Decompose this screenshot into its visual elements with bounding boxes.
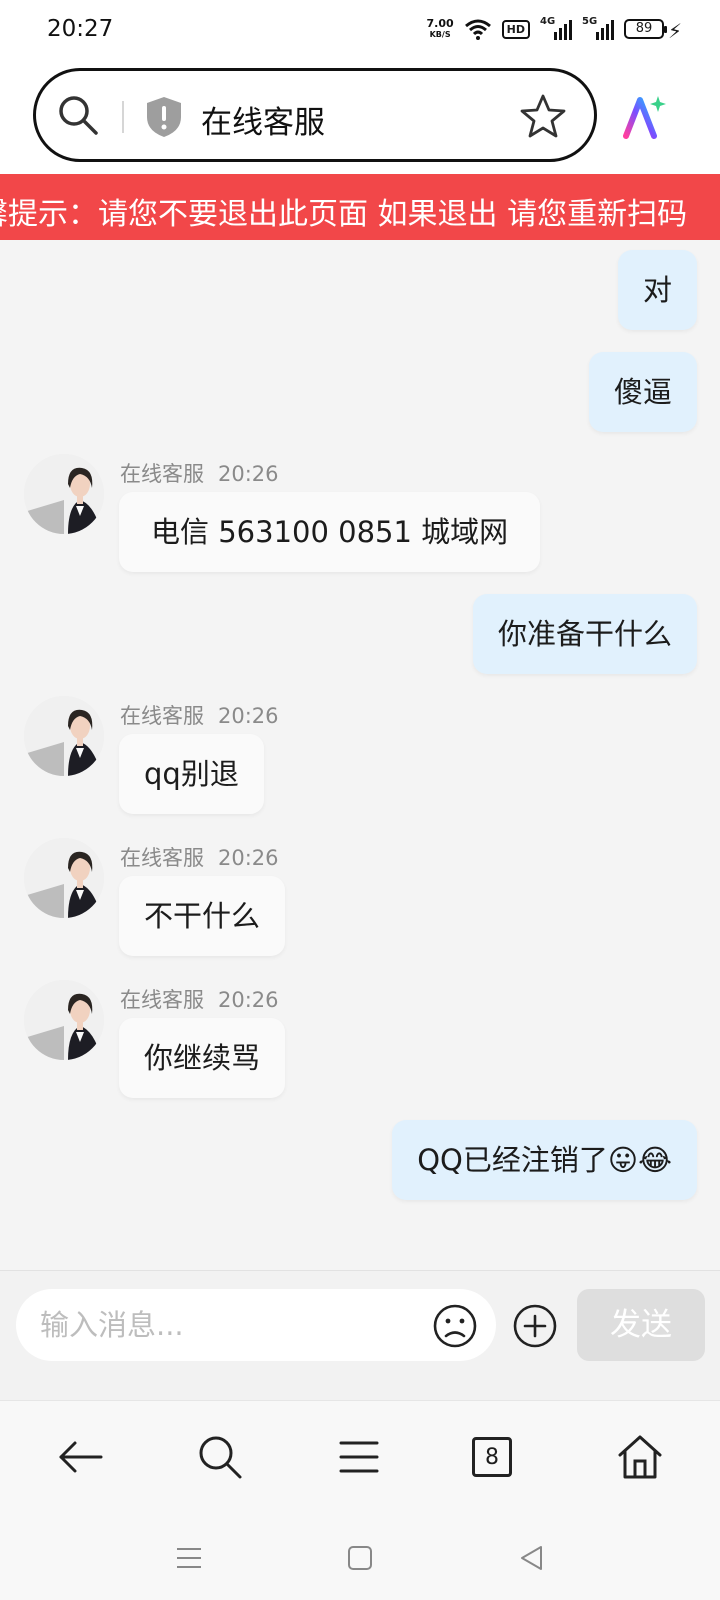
page-title: 在线客服 (201, 105, 325, 141)
browser-toolbar: 8 (0, 1400, 720, 1516)
message-time: 20:26 (218, 988, 279, 1012)
battery-icon: 89 (624, 19, 667, 39)
tabs-icon[interactable]: 8 (472, 1437, 512, 1477)
warning-marquee: 馨提示：请您不要退出此页面 如果退出 请您重新扫码 (0, 174, 720, 240)
message-input-bar: 发送 (0, 1270, 720, 1400)
divider (122, 101, 124, 133)
agent-avatar-image (24, 454, 104, 534)
my-message-bubble[interactable]: QQ已经注销了😛😂 (392, 1120, 697, 1200)
menu-icon[interactable] (333, 1431, 385, 1483)
agent-name: 在线客服 (120, 988, 204, 1012)
add-icon[interactable] (512, 1303, 558, 1349)
hd-voice-icon: HD (501, 19, 530, 39)
star-icon[interactable] (520, 93, 566, 139)
my-message-bubble[interactable]: 对 (617, 250, 697, 330)
emoji-icon[interactable] (432, 1303, 478, 1349)
status-time: 20:27 (47, 16, 114, 42)
search-icon[interactable] (194, 1431, 246, 1483)
back-triangle-icon[interactable] (516, 1542, 548, 1574)
browser-header: 在线客服 (0, 62, 720, 174)
tab-count: 8 (485, 1444, 499, 1470)
home-icon[interactable] (614, 1431, 666, 1483)
status-bar: 20:27 7.00 KB/S HD 4G 5G 89 ⚡ (0, 0, 720, 62)
marquee-text: 馨提示：请您不要退出此页面 如果退出 请您重新扫码 (0, 197, 688, 232)
my-message-bubble[interactable]: 傻逼 (588, 352, 697, 432)
back-arrow-icon[interactable] (55, 1431, 107, 1483)
agent-avatar[interactable] (24, 696, 104, 776)
agent-message-meta: 在线客服 20:26 (120, 458, 279, 488)
agent-name: 在线客服 (120, 462, 204, 486)
ai-assistant-icon[interactable] (620, 92, 668, 140)
agent-message-meta: 在线客服 20:26 (120, 700, 279, 730)
my-message-bubble[interactable]: 你准备干什么 (472, 594, 697, 674)
send-button[interactable]: 发送 (577, 1289, 705, 1361)
agent-message-bubble[interactable]: 电信 563100 0851 城域网 (119, 492, 541, 572)
signal-4g-icon: 4G (540, 16, 572, 40)
agent-message-meta: 在线客服 20:26 (120, 842, 279, 872)
wifi-icon (464, 19, 491, 40)
message-time: 20:26 (218, 704, 279, 728)
home-square-icon[interactable] (344, 1542, 376, 1574)
message-input[interactable] (16, 1289, 496, 1361)
agent-message-bubble[interactable]: 不干什么 (119, 876, 286, 956)
recents-menu-icon[interactable] (173, 1542, 205, 1574)
agent-avatar-image (24, 696, 104, 776)
message-time: 20:26 (218, 462, 279, 486)
status-icons: 7.00 KB/S HD 4G 5G 89 (426, 16, 667, 40)
agent-avatar-image (24, 980, 104, 1060)
agent-avatar[interactable] (24, 838, 104, 918)
system-nav-bar (0, 1516, 720, 1600)
message-time: 20:26 (218, 846, 279, 870)
charging-icon: ⚡ (667, 19, 682, 43)
agent-name: 在线客服 (120, 846, 204, 870)
agent-message-bubble[interactable]: qq别退 (119, 734, 264, 814)
search-icon[interactable] (56, 93, 100, 137)
agent-avatar[interactable] (24, 454, 104, 534)
network-speed: 7.00 KB/S (426, 17, 454, 39)
agent-avatar[interactable] (24, 980, 104, 1060)
agent-name: 在线客服 (120, 704, 204, 728)
signal-5g-icon: 5G (582, 16, 614, 40)
agent-message-bubble[interactable]: 你继续骂 (119, 1018, 286, 1098)
agent-avatar-image (24, 838, 104, 918)
address-bar[interactable]: 在线客服 (33, 68, 597, 162)
agent-message-meta: 在线客服 20:26 (120, 984, 279, 1014)
shield-alert-icon[interactable] (144, 95, 184, 139)
chat-area[interactable]: 对 傻逼 在线客服 20:26 电信 563100 0851 城域网 你准备干什么… (0, 240, 720, 1270)
